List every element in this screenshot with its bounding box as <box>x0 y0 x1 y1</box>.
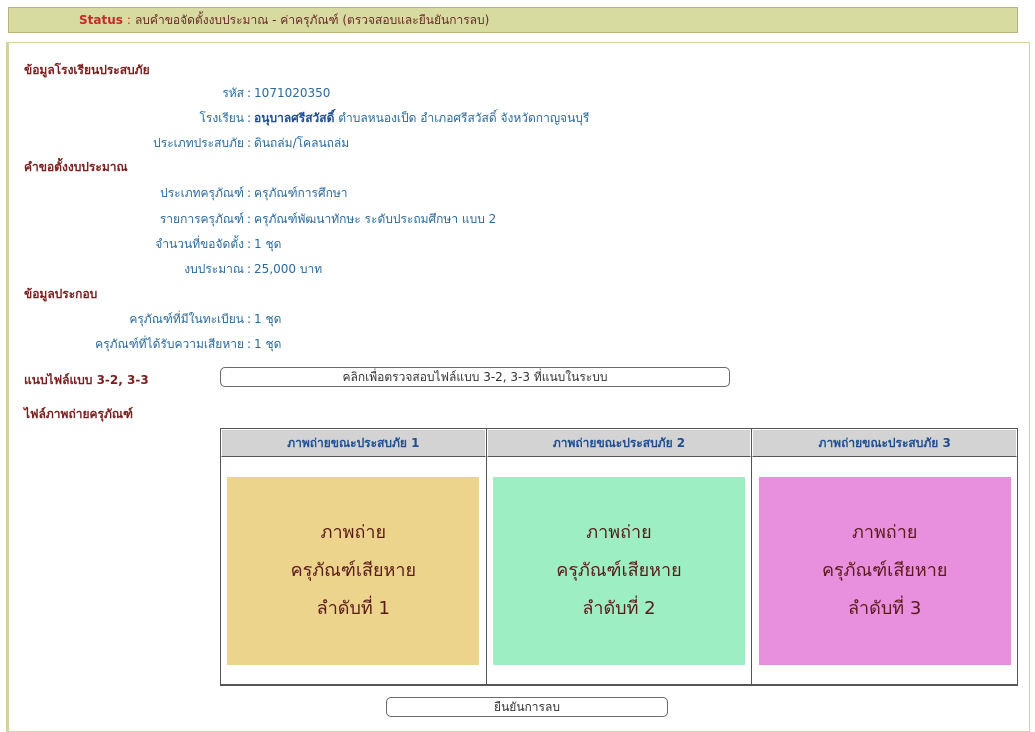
qty-value: 1 ชุด <box>254 237 282 251</box>
photo-2-line3: ลำดับที่ 2 <box>582 597 656 619</box>
damaged-equipment-photo-2[interactable]: ภาพถ่าย ครุภัณฑ์เสียหาย ลำดับที่ 2 <box>493 476 745 665</box>
code-row: รหัส : 1071020350 <box>20 84 330 103</box>
disaster-row: ประเภทประสบภัย : ดินถล่ม/โคลนถล่ม <box>20 134 349 153</box>
qty-row: จำนวนที่ขอจัดตั้ง : 1 ชุด <box>20 235 281 254</box>
photo-3-line1: ภาพถ่าย <box>851 521 918 543</box>
equip-type-row: ประเภทครุภัณฑ์ : ครุภัณฑ์การศึกษา <box>20 184 348 203</box>
confirm-delete-button[interactable]: ยืนยันการลบ <box>386 697 668 717</box>
attach-label: แนบไฟล์แบบ 3-2, 3-3 <box>24 373 149 387</box>
school-name: อนุบาลศรีสวัสดิ์ <box>254 111 335 125</box>
photo-table: ภาพถ่ายขณะประสบภัย 1 ภาพถ่าย ครุภัณฑ์เสี… <box>220 428 1018 686</box>
check-attachments-button[interactable]: คลิกเพื่อตรวจสอบไฟล์แบบ 3-2, 3-3 ที่แนบใ… <box>220 367 730 387</box>
photo-column-2: ภาพถ่ายขณะประสบภัย 2 ภาพถ่าย ครุภัณฑ์เสี… <box>486 429 753 685</box>
equip-type-value: ครุภัณฑ์การศึกษา <box>254 186 348 200</box>
photo-1-line2: ครุภัณฑ์เสียหาย <box>290 559 417 581</box>
disaster-label: ประเภทประสบภัย <box>153 136 244 150</box>
photos-section-title: ไฟล์ภาพถ่ายครุภัณฑ์ <box>24 407 133 421</box>
equip-type-label: ประเภทครุภัณฑ์ <box>160 186 244 200</box>
budget-label: งบประมาณ <box>184 262 244 276</box>
status-text: ลบคำขอจัดตั้งงบประมาณ - ค่าครุภัณฑ์ (ตรว… <box>134 12 490 27</box>
registered-label: ครุภัณฑ์ที่มีในทะเบียน <box>129 312 244 326</box>
request-section-title: คำขอตั้งงบประมาณ <box>24 160 128 174</box>
photo-3-line2: ครุภัณฑ์เสียหาย <box>821 559 948 581</box>
disaster-value: ดินถล่ม/โคลนถล่ม <box>254 136 350 150</box>
qty-label: จำนวนที่ขอจัดตั้ง <box>155 237 244 251</box>
equip-item-value: ครุภัณฑ์พัฒนาทักษะ ระดับประถมศึกษา แบบ 2 <box>254 212 497 226</box>
equip-item-label: รายการครุภัณฑ์ <box>159 212 244 226</box>
damaged-equipment-photo-1[interactable]: ภาพถ่าย ครุภัณฑ์เสียหาย ลำดับที่ 1 <box>227 476 480 665</box>
school-label: โรงเรียน <box>199 111 244 125</box>
registered-value: 1 ชุด <box>254 312 282 326</box>
code-label: รหัส <box>222 86 244 100</box>
damaged-row: ครุภัณฑ์ที่ได้รับความเสียหาย : 1 ชุด <box>20 335 281 354</box>
budget-row: งบประมาณ : 25,000 บาท <box>20 260 322 279</box>
status-label: Status <box>79 13 123 27</box>
damaged-label: ครุภัณฑ์ที่ได้รับความเสียหาย <box>95 337 244 351</box>
photo-column-1: ภาพถ่ายขณะประสบภัย 1 ภาพถ่าย ครุภัณฑ์เสี… <box>221 429 487 685</box>
code-value: 1071020350 <box>254 86 331 100</box>
photo-1-line1: ภาพถ่าย <box>320 521 387 543</box>
school-section-title: ข้อมูลโรงเรียนประสบภัย <box>24 63 150 77</box>
photo-column-3: ภาพถ่ายขณะประสบภัย 3 ภาพถ่าย ครุภัณฑ์เสี… <box>752 429 1018 685</box>
photo-2-line1: ภาพถ่าย <box>586 521 652 543</box>
damaged-value: 1 ชุด <box>254 337 282 351</box>
status-bar: Status : ลบคำขอจัดตั้งงบประมาณ - ค่าครุภ… <box>8 7 1018 33</box>
registered-row: ครุภัณฑ์ที่มีในทะเบียน : 1 ชุด <box>20 310 281 329</box>
extra-section-title: ข้อมูลประกอบ <box>24 287 98 301</box>
photo-3-line3: ลำดับที่ 3 <box>848 597 922 619</box>
budget-value: 25,000 บาท <box>254 262 323 276</box>
photo-1-line3: ลำดับที่ 1 <box>316 597 390 619</box>
school-location: ตำบลหนองเป็ด อำเภอศรีสวัสดิ์ จังหวัดกาญจ… <box>338 111 590 125</box>
photo-2-line2: ครุภัณฑ์เสียหาย <box>556 559 682 581</box>
school-row: โรงเรียน : อนุบาลศรีสวัสดิ์ ตำบลหนองเป็ด… <box>20 109 589 128</box>
damaged-equipment-photo-3[interactable]: ภาพถ่าย ครุภัณฑ์เสียหาย ลำดับที่ 3 <box>758 476 1011 665</box>
photo-header-1: ภาพถ่ายขณะประสบภัย 1 <box>221 429 486 457</box>
status-colon: : <box>126 13 131 27</box>
equip-item-row: รายการครุภัณฑ์ : ครุภัณฑ์พัฒนาทักษะ ระดั… <box>20 210 496 229</box>
photo-header-3: ภาพถ่ายขณะประสบภัย 3 <box>752 429 1018 457</box>
photo-header-2: ภาพถ่ายขณะประสบภัย 2 <box>486 429 752 457</box>
